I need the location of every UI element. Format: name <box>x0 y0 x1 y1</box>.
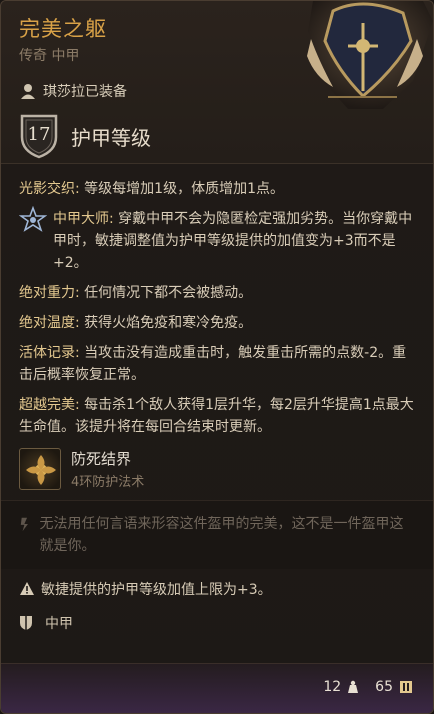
flavor-block: 无法用任何言语来形容这件盔甲的完美，这不是一件盔甲这就是你。 <box>1 500 433 569</box>
granted-spell[interactable]: 防死结界 4环防护法术 <box>19 448 415 490</box>
effect-text: 等级每增加1级，体质增加1点。 <box>79 181 284 197</box>
tooltip-header: 完美之躯 传奇 中甲 琪莎拉已装备 17 护甲等级 <box>1 1 433 163</box>
effect-text: 任何情况下都不会被撼动。 <box>79 285 253 301</box>
effect-line: 超越完美: 每击杀1个敌人获得1层升华，每2层升华提高1点最大生命值。该提升将在… <box>19 394 415 438</box>
effect-text: 获得火焰免疫和寒冷免疫。 <box>79 315 253 331</box>
spell-name: 防死结界 <box>71 450 132 468</box>
armor-type-label: 中甲 <box>45 616 73 632</box>
effect-line: 绝对重力: 任何情况下都不会被撼动。 <box>19 282 415 304</box>
quote-icon <box>20 517 28 532</box>
item-stats: 12 65 <box>323 679 413 695</box>
tooltip-footer: 12 65 <box>1 663 433 713</box>
effect-name: 绝对重力: <box>19 285 80 301</box>
spell-level: 4环防护法术 <box>71 475 145 490</box>
effect-name: 绝对温度: <box>19 315 80 331</box>
armor-type-row: 中甲 <box>1 599 433 633</box>
gold-coin-icon <box>400 681 412 693</box>
effect-line: 活体记录: 当攻击没有造成重击时，触发重击所需的点数-2。重击后概率恢复正常。 <box>19 342 415 386</box>
armor-class-row: 17 护甲等级 <box>19 113 415 159</box>
flavor-text-row: 无法用任何言语来形容这件盔甲的完美，这不是一件盔甲这就是你。 <box>19 513 415 557</box>
armor-class-shield-icon: 17 <box>19 113 59 159</box>
effect-line: 光影交织: 等级每增加1级，体质增加1点。 <box>19 178 415 200</box>
warning-text: 敏捷提供的护甲等级加值上限为+3。 <box>41 582 272 598</box>
warning-row: 敏捷提供的护甲等级加值上限为+3。 <box>1 569 433 599</box>
armor-class-value: 17 <box>27 123 51 145</box>
effect-line: 绝对温度: 获得火焰免疫和寒冷免疫。 <box>19 312 415 334</box>
flavor-text: 无法用任何言语来形容这件盔甲的完美，这不是一件盔甲这就是你。 <box>39 516 404 554</box>
death-ward-spell-icon[interactable] <box>19 448 61 490</box>
medium-armor-master-icon <box>19 206 47 232</box>
effect-line-with-icon: 中甲大师: 穿戴中甲不会为隐匿检定强加劣势。当你穿戴中甲时，敏捷调整值为护甲等级… <box>19 206 415 274</box>
armor-item-art <box>307 1 433 109</box>
item-tooltip: 完美之躯 传奇 中甲 琪莎拉已装备 17 护甲等级 光影交织: 等级每增加1级，… <box>0 0 434 714</box>
armor-class-label: 护甲等级 <box>71 125 151 150</box>
effect-name: 活体记录: <box>19 345 80 361</box>
character-portrait-icon <box>21 84 35 99</box>
effect-name: 超越完美: <box>19 397 80 413</box>
item-weight: 12 <box>323 679 342 695</box>
warning-icon <box>20 582 34 595</box>
equipped-label: 琪莎拉已装备 <box>43 84 127 100</box>
item-price: 65 <box>375 679 393 695</box>
weight-icon <box>348 680 359 693</box>
shield-icon <box>20 616 32 630</box>
tooltip-body: 光影交织: 等级每增加1级，体质增加1点。 中甲大师: 穿戴中甲不会为隐匿检定强… <box>1 164 433 569</box>
effect-name: 中甲大师: <box>53 211 114 227</box>
effect-name: 光影交织: <box>19 181 80 197</box>
